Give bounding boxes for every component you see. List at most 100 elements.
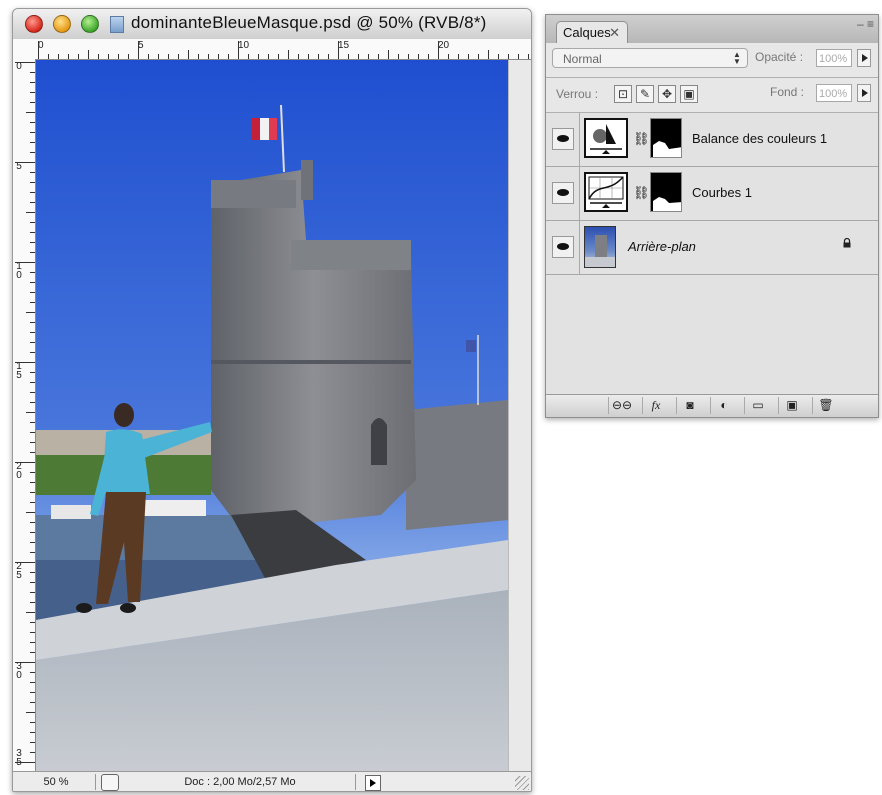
- color-balance-adjustment-icon[interactable]: [584, 118, 628, 158]
- mask-link-chain-icon[interactable]: ⛓: [633, 131, 650, 147]
- ruler-tick: [26, 612, 35, 613]
- ruler-tick: [30, 522, 35, 523]
- ruler-tick: [108, 54, 109, 59]
- blend-opacity-row: Normal ▲ ▼ Opacité : 100%: [546, 43, 878, 78]
- ruler-tick: [30, 272, 35, 273]
- ruler-tick: [488, 50, 489, 59]
- ruler-label: 10: [16, 261, 22, 281]
- new-layer-icon[interactable]: ▣: [778, 397, 805, 414]
- ruler-tick: [30, 322, 35, 323]
- ruler-tick: [30, 402, 35, 403]
- visibility-eye-icon[interactable]: [552, 128, 574, 150]
- ruler-tick: [348, 54, 349, 59]
- ruler-tick: [48, 54, 49, 59]
- visibility-eye-icon[interactable]: [552, 236, 574, 258]
- visibility-eye-icon[interactable]: [552, 182, 574, 204]
- ruler-tick: [30, 722, 35, 723]
- mask-link-chain-icon[interactable]: ⛓: [633, 185, 650, 201]
- layer-row-color-balance[interactable]: ⛓ Balance des couleurs 1: [546, 113, 878, 167]
- lock-label: Verrou :: [556, 87, 599, 101]
- ruler-tick: [388, 50, 389, 59]
- blend-mode-value: Normal: [563, 52, 602, 66]
- ruler-tick: [368, 54, 369, 59]
- ruler-tick: [30, 282, 35, 283]
- ruler-tick: [30, 632, 35, 633]
- status-menu-arrow-icon[interactable]: [365, 775, 381, 791]
- lock-transparency-icon[interactable]: ⊡: [614, 85, 632, 103]
- ruler-tick: [528, 54, 529, 59]
- ruler-tick: [358, 54, 359, 59]
- vertical-ruler[interactable]: 0 5 10 15 20 25 30 35: [13, 59, 36, 771]
- ruler-tick: [30, 332, 35, 333]
- layer-row-background[interactable]: Arrière-plan: [546, 221, 878, 275]
- ruler-tick: [168, 54, 169, 59]
- image-canvas[interactable]: [36, 60, 508, 771]
- layer-mask-thumbnail[interactable]: [650, 118, 682, 158]
- ruler-tick: [30, 702, 35, 703]
- blend-mode-select[interactable]: Normal ▲ ▼: [552, 48, 748, 68]
- ruler-tick: [30, 602, 35, 603]
- ruler-tick: [188, 50, 189, 59]
- ruler-tick: [68, 54, 69, 59]
- tab-layers[interactable]: Calques ✕: [556, 21, 628, 43]
- layer-lock-icon: [843, 238, 851, 248]
- lock-position-move-icon[interactable]: ✥: [658, 85, 676, 103]
- link-layers-icon[interactable]: ⊖⊖: [608, 397, 635, 414]
- layer-name[interactable]: Arrière-plan: [628, 239, 696, 254]
- layer-mask-thumbnail[interactable]: [650, 172, 682, 212]
- layer-name[interactable]: Balance des couleurs 1: [692, 131, 827, 146]
- window-title: dominanteBleueMasque.psd @ 50% (RVB/8*): [131, 13, 487, 32]
- close-button[interactable]: [25, 15, 43, 33]
- ruler-tick: [338, 41, 339, 59]
- horizontal-ruler[interactable]: 0 5 10 15 20: [35, 39, 531, 60]
- curves-adjustment-icon[interactable]: [584, 172, 628, 212]
- layer-style-fx-icon[interactable]: fx: [642, 397, 669, 414]
- ruler-tick: [30, 442, 35, 443]
- zoom-level-field[interactable]: 50 %: [17, 774, 96, 790]
- ruler-tick: [308, 54, 309, 59]
- panel-menu-icon[interactable]: – ≡: [857, 17, 874, 31]
- zoom-button[interactable]: [81, 15, 99, 33]
- lock-pixels-brush-icon[interactable]: ✎: [636, 85, 654, 103]
- new-group-folder-icon[interactable]: ▭: [744, 397, 771, 414]
- ruler-tick: [30, 692, 35, 693]
- delete-layer-trash-icon[interactable]: 🗑: [812, 397, 839, 414]
- ruler-tick: [30, 292, 35, 293]
- fill-slider-arrow-icon[interactable]: [857, 84, 871, 102]
- ruler-tick: [30, 542, 35, 543]
- fill-field[interactable]: 100%: [816, 84, 852, 102]
- ruler-tick: [30, 182, 35, 183]
- ruler-tick: [30, 172, 35, 173]
- ruler-tick: [248, 54, 249, 59]
- ruler-tick: [30, 222, 35, 223]
- layer-name[interactable]: Courbes 1: [692, 185, 752, 200]
- ruler-tick: [198, 54, 199, 59]
- vertical-scrollbar[interactable]: [508, 60, 531, 771]
- minimize-button[interactable]: [53, 15, 71, 33]
- ruler-tick: [30, 142, 35, 143]
- opacity-field[interactable]: 100%: [816, 49, 852, 67]
- ruler-tick: [30, 452, 35, 453]
- opacity-slider-arrow-icon[interactable]: [857, 49, 871, 67]
- ruler-tick: [118, 54, 119, 59]
- ruler-tick: [30, 622, 35, 623]
- ruler-origin[interactable]: [13, 39, 36, 60]
- close-tab-icon[interactable]: ✕: [609, 22, 620, 44]
- status-info-icon[interactable]: [101, 774, 119, 791]
- panel-tab-bar[interactable]: Calques ✕ – ≡: [546, 15, 878, 44]
- ruler-tick: [30, 372, 35, 373]
- ruler-tick: [30, 732, 35, 733]
- ruler-tick: [278, 54, 279, 59]
- background-image-thumbnail[interactable]: [584, 226, 616, 268]
- resize-grip-icon[interactable]: [515, 776, 529, 790]
- ruler-tick: [30, 72, 35, 73]
- title-bar[interactable]: dominanteBleueMasque.psd @ 50% (RVB/8*): [13, 9, 531, 40]
- document-icon[interactable]: [110, 16, 124, 33]
- updown-arrows-icon: ▲ ▼: [733, 50, 741, 66]
- lock-all-icon[interactable]: ▣: [680, 85, 698, 103]
- layer-row-curves[interactable]: ⛓ Courbes 1: [546, 167, 878, 221]
- ruler-tick: [448, 54, 449, 59]
- add-layer-mask-icon[interactable]: ◙: [676, 397, 703, 414]
- new-adjustment-layer-icon[interactable]: ◐: [710, 397, 737, 414]
- ruler-tick: [258, 54, 259, 59]
